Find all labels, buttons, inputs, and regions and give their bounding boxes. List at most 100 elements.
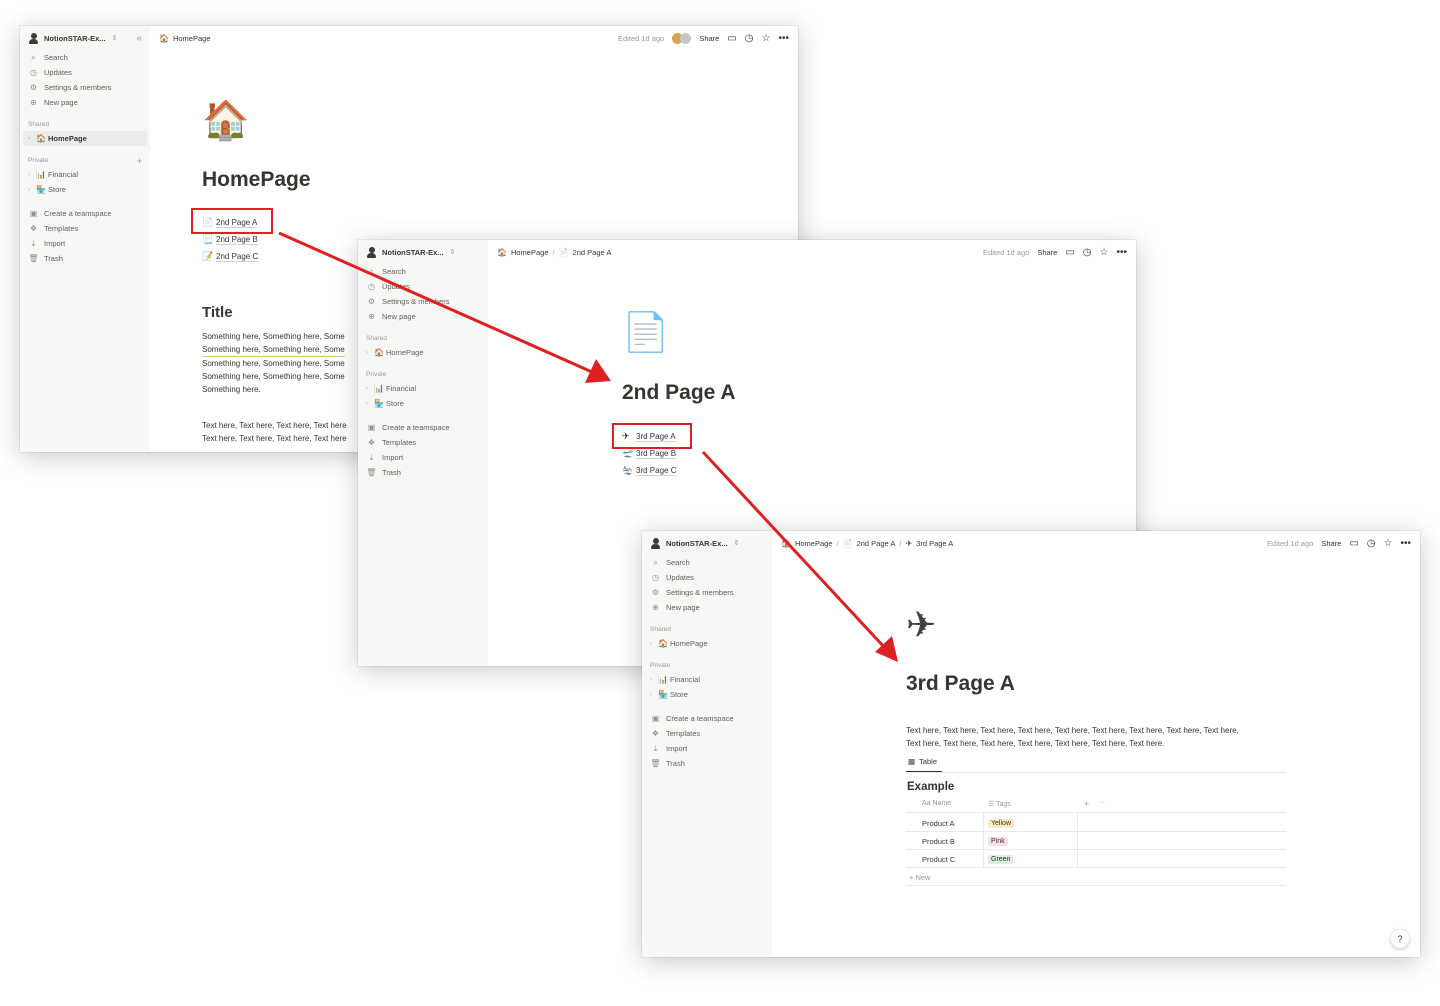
sidebar-page-homepage[interactable]: › 🏠 HomePage <box>23 131 147 146</box>
page-link-2nd-page-c[interactable]: 📝 2nd Page C <box>202 251 259 262</box>
new-row-button[interactable]: + New <box>909 873 930 882</box>
tab-table-view[interactable]: ▦ Table <box>908 757 937 766</box>
sidebar-item-trash[interactable]: 🗑 Trash <box>358 465 488 480</box>
sidebar-page-homepage[interactable]: › 🏠 HomePage <box>358 345 488 360</box>
sidebar-page-financial[interactable]: › 📊 Financial <box>358 381 488 396</box>
history-icon[interactable]: ◷ <box>1083 247 1092 258</box>
store-icon: 🏪 <box>36 185 46 194</box>
sidebar-item-search[interactable]: ⌕ Search <box>20 50 150 65</box>
gear-icon: ⚙ <box>367 297 376 306</box>
sidebar-item-templates[interactable]: ❖ Templates <box>642 726 772 741</box>
sidebar-item-search[interactable]: ⌕ Search <box>642 555 772 570</box>
house-icon[interactable]: 🏠 <box>202 102 249 140</box>
caret-right-icon[interactable]: › <box>366 350 374 356</box>
caret-right-icon[interactable]: › <box>650 692 658 698</box>
column-header-tags[interactable]: ☰ Tags <box>988 800 1011 808</box>
sidebar-item-search[interactable]: ⌕ Search <box>358 264 488 279</box>
collaborator-avatars[interactable] <box>672 32 692 44</box>
sidebar-page-store[interactable]: › 🏪 Store <box>358 396 488 411</box>
share-button[interactable]: Share <box>1321 539 1341 548</box>
caret-right-icon[interactable]: › <box>366 386 374 392</box>
column-header-name[interactable]: Aa Name <box>922 800 951 807</box>
document-icon[interactable]: 📄 <box>622 314 669 352</box>
sidebar-item-import[interactable]: ⤓ Import <box>20 236 150 251</box>
caret-right-icon[interactable]: › <box>28 187 36 193</box>
sidebar-item-new-page[interactable]: ⊕ New page <box>642 600 772 615</box>
sidebar-item-settings[interactable]: ⚙ Settings & members <box>358 294 488 309</box>
breadcrumb[interactable]: 🏠 HomePage / 📄 2nd Page A <box>497 248 611 257</box>
sidebar-item-new-page[interactable]: ⊕ New page <box>20 95 150 110</box>
sidebar-item-import[interactable]: ⤓ Import <box>358 450 488 465</box>
sidebar-page-homepage[interactable]: › 🏠 HomePage <box>642 636 772 651</box>
sidebar-item-settings[interactable]: ⚙ Settings & members <box>642 585 772 600</box>
workspace-switcher[interactable]: NotionSTAR-Ex... ⇕ « <box>20 26 150 50</box>
page-title[interactable]: 2nd Page A <box>622 381 736 405</box>
comment-icon[interactable]: ▭ <box>1065 247 1074 258</box>
sidebar-item-create-teamspace[interactable]: ▣ Create a teamspace <box>20 206 150 221</box>
history-icon[interactable]: ◷ <box>1367 538 1376 549</box>
sidebar-item-trash[interactable]: 🗑 Trash <box>642 756 772 771</box>
page-title[interactable]: 3rd Page A <box>906 672 1015 696</box>
page-link-2nd-page-b[interactable]: 📃 2nd Page B <box>202 234 258 245</box>
caret-right-icon[interactable]: › <box>366 401 374 407</box>
breadcrumb[interactable]: 🏠 HomePage <box>159 34 211 43</box>
caret-right-icon[interactable]: › <box>28 136 36 142</box>
history-icon[interactable]: ◷ <box>745 33 754 44</box>
page-link-3rd-page-b[interactable]: 🛫 3rd Page B <box>622 448 677 459</box>
add-page-icon[interactable]: + <box>137 156 142 166</box>
more-icon[interactable]: ••• <box>1116 247 1127 258</box>
star-icon[interactable]: ☆ <box>1384 538 1393 549</box>
comment-icon[interactable]: ▭ <box>1349 538 1358 549</box>
more-icon[interactable]: ••• <box>1400 538 1411 549</box>
caret-right-icon[interactable]: › <box>650 677 658 683</box>
share-button[interactable]: Share <box>699 34 719 43</box>
share-button[interactable]: Share <box>1037 248 1057 257</box>
plus-circle-icon: ⊕ <box>652 603 659 612</box>
collapse-sidebar-icon[interactable]: « <box>136 33 142 44</box>
sidebar-item-create-teamspace[interactable]: ▣ Create a teamspace <box>642 711 772 726</box>
sidebar-item-templates[interactable]: ❖ Templates <box>358 435 488 450</box>
table-row-name[interactable]: Product C <box>922 855 955 864</box>
tag-pink[interactable]: Pink <box>988 837 1008 846</box>
sidebar-page-store[interactable]: › 🏪 Store <box>642 687 772 702</box>
sidebar-item-create-teamspace[interactable]: ▣ Create a teamspace <box>358 420 488 435</box>
tag-green[interactable]: Green <box>988 855 1014 864</box>
sidebar-item-templates[interactable]: ❖ Templates <box>20 221 150 236</box>
airplane-icon[interactable]: ✈ <box>906 607 936 643</box>
breadcrumb[interactable]: 🏠 HomePage / 📄 2nd Page A / ✈ 3rd Page A <box>781 539 953 548</box>
private-section-label: Private + <box>28 155 142 166</box>
more-options-icon[interactable]: ··· <box>1098 799 1105 806</box>
caret-right-icon[interactable]: › <box>28 172 36 178</box>
comment-icon[interactable]: ▭ <box>727 33 736 44</box>
sidebar-item-updates[interactable]: ◷ Updates <box>358 279 488 294</box>
tag-yellow[interactable]: Yellow <box>988 819 1014 828</box>
page-link-3rd-page-c[interactable]: 🛬 3rd Page C <box>622 465 677 476</box>
table-row-name[interactable]: Product B <box>922 837 955 846</box>
sidebar-item-trash[interactable]: 🗑 Trash <box>20 251 150 266</box>
sidebar-item-settings[interactable]: ⚙ Settings & members <box>20 80 150 95</box>
star-icon[interactable]: ☆ <box>762 33 771 44</box>
more-icon[interactable]: ••• <box>778 33 789 44</box>
caret-right-icon[interactable]: › <box>650 641 658 647</box>
database-title[interactable]: Example <box>907 781 954 793</box>
edited-status: Edited 1d ago <box>1267 538 1314 548</box>
star-icon[interactable]: ☆ <box>1100 247 1109 258</box>
table-bottom-divider <box>906 885 1286 886</box>
sidebar-page-store[interactable]: › 🏪 Store <box>20 182 150 197</box>
avatar <box>366 246 377 258</box>
workspace-switcher[interactable]: NotionSTAR-Ex... ⇕ <box>358 240 488 264</box>
gear-icon: ⚙ <box>29 83 38 92</box>
help-button[interactable]: ? <box>1391 930 1409 948</box>
sidebar-page-financial[interactable]: › 📊 Financial <box>20 167 150 182</box>
sidebar-item-updates[interactable]: ◷ Updates <box>642 570 772 585</box>
list-property-icon: ☰ <box>988 801 997 808</box>
workspace-switcher[interactable]: NotionSTAR-Ex... ⇕ <box>642 531 772 555</box>
sidebar-page-financial[interactable]: › 📊 Financial <box>642 672 772 687</box>
table-row-name[interactable]: Product A <box>922 819 955 828</box>
sidebar-item-import[interactable]: ⤓ Import <box>642 741 772 756</box>
add-property-icon[interactable]: + <box>1084 799 1089 809</box>
sidebar-item-updates[interactable]: ◷ Updates <box>20 65 150 80</box>
page-title[interactable]: HomePage <box>202 168 311 192</box>
sidebar-item-new-page[interactable]: ⊕ New page <box>358 309 488 324</box>
store-icon: 🏪 <box>658 690 668 699</box>
